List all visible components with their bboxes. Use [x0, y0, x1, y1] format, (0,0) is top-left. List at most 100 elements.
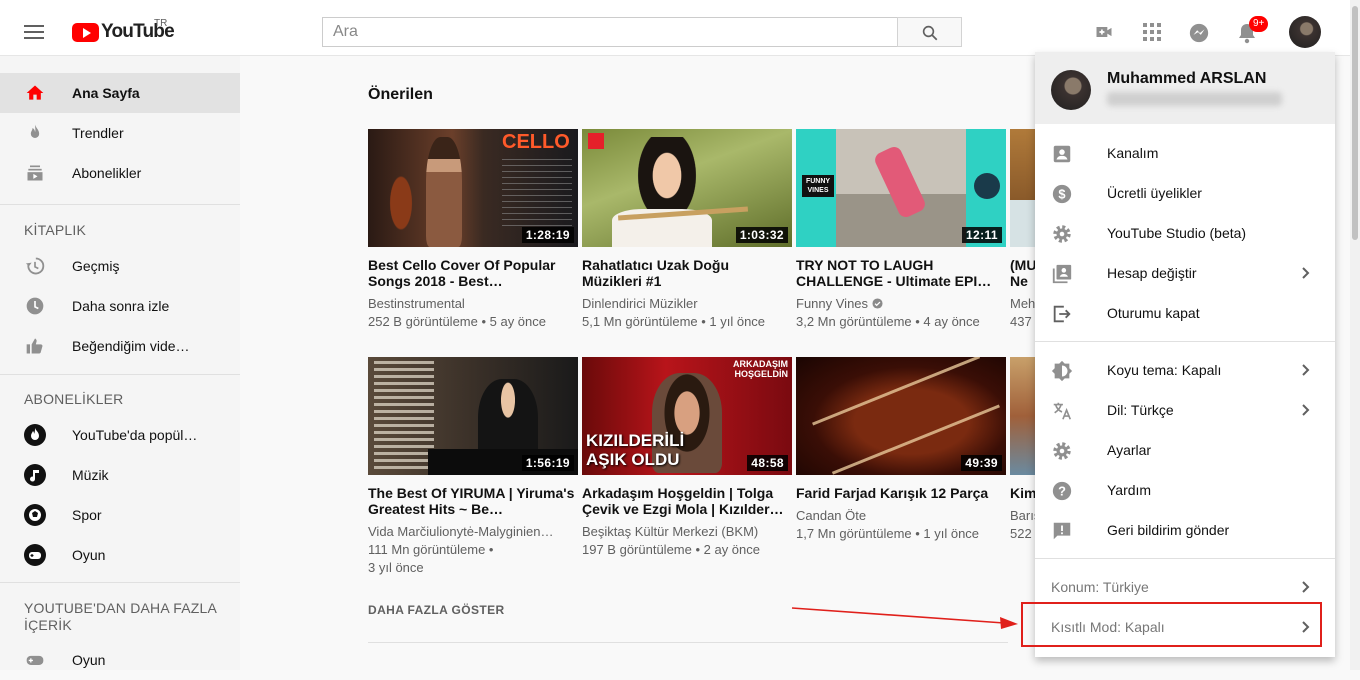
- subscriptions-heading: ABONELİKLER: [24, 391, 124, 407]
- video-thumbnail[interactable]: ARKADAŞIM HOŞGELDİN KIZILDERİLİ AŞIK OLD…: [582, 357, 792, 475]
- trending-icon: [30, 124, 40, 138]
- channel-name[interactable]: Funny Vines: [796, 295, 1006, 313]
- video-thumbnail[interactable]: [1010, 357, 1036, 475]
- channel-name[interactable]: Barış: [1010, 507, 1036, 525]
- sidebar-item-sports[interactable]: Spor: [0, 495, 240, 535]
- tracklist-decoration: [374, 361, 434, 471]
- sidebar-item-music[interactable]: Müzik: [0, 455, 240, 495]
- video-title[interactable]: (MU Ne Z: [1010, 257, 1036, 289]
- sidebar-item-gaming[interactable]: Oyun: [0, 535, 240, 575]
- country-code: TR: [154, 18, 168, 29]
- video-meta: Funny Vines 3,2 Mn görüntüleme • 4 ay ön…: [796, 295, 1006, 331]
- menu-item-paid-memberships[interactable]: $ Ücretli üyelikler: [1035, 173, 1335, 213]
- youtube-logo[interactable]: YouTube TR: [72, 18, 175, 42]
- video-card[interactable]: 49:39 Farid Farjad Karışık 12 Parça Cand…: [796, 357, 1006, 543]
- video-title[interactable]: The Best Of YIRUMA | Yiruma's Greatest H…: [368, 485, 578, 517]
- sidebar-item-liked-videos[interactable]: Beğendiğim vide…: [0, 326, 240, 366]
- channel-name[interactable]: Bestinstrumental: [368, 295, 578, 313]
- video-meta: Candan Öte 1,7 Mn görüntüleme • 1 yıl ön…: [796, 507, 1006, 543]
- avatar: [1051, 70, 1091, 110]
- sidebar-item-history[interactable]: Geçmiş: [0, 246, 240, 286]
- studio-gear-icon: [1053, 225, 1071, 243]
- sidebar-item-home[interactable]: Ana Sayfa: [0, 73, 240, 113]
- messages-icon[interactable]: [1188, 22, 1210, 44]
- video-title[interactable]: Arkadaşım Hoşgeldin | Tolga Çevik ve Ezg…: [582, 485, 792, 517]
- sidebar-item-subscriptions[interactable]: Abonelikler: [0, 153, 240, 193]
- video-card[interactable]: CELLO 1:28:19 Best Cello Cover Of Popula…: [368, 129, 578, 331]
- video-stats: 437: [1010, 314, 1032, 329]
- switch-account-icon: [1052, 264, 1072, 284]
- channel-name[interactable]: Beşiktaş Kültür Merkezi (BKM): [582, 523, 792, 541]
- video-title[interactable]: Best Cello Cover Of Popular Songs 2018 -…: [368, 257, 578, 289]
- scrollbar-thumb[interactable]: [1352, 6, 1358, 240]
- menu-item-help[interactable]: ? Yardım: [1035, 470, 1335, 510]
- search-icon: [922, 25, 938, 41]
- video-duration: 1:56:19: [521, 455, 574, 471]
- menu-item-label: YouTube Studio (beta): [1107, 225, 1247, 241]
- channel-name[interactable]: Candan Öte: [796, 507, 1006, 525]
- menu-item-sign-out[interactable]: Oturumu kapat: [1035, 293, 1335, 333]
- menu-item-settings[interactable]: Ayarlar: [1035, 430, 1335, 470]
- search-input[interactable]: [322, 17, 898, 47]
- channel-name-text: Funny Vines: [796, 296, 869, 311]
- menu-item-label: Ücretli üyelikler: [1107, 185, 1202, 201]
- paid-memberships-icon: $: [1052, 184, 1072, 204]
- language-icon: [1053, 402, 1072, 420]
- thumbnail-overlay-text: CELLO: [502, 131, 570, 153]
- sidebar-item-label: Trendler: [72, 125, 124, 141]
- video-title[interactable]: Rahatlatıcı Uzak Doğu Müzikleri #1: [582, 257, 792, 289]
- popular-channel-icon: [24, 424, 46, 446]
- video-thumbnail[interactable]: FUNNY VINES 12:11: [796, 129, 1006, 247]
- video-thumbnail[interactable]: 49:39: [796, 357, 1006, 475]
- apps-icon[interactable]: [1142, 22, 1162, 42]
- video-card[interactable]: Kim Barış 522: [1010, 357, 1036, 543]
- menu-item-label: Konum: Türkiye: [1051, 579, 1149, 595]
- menu-item-switch-account[interactable]: Hesap değiştir: [1035, 253, 1335, 293]
- sidebar-item-trending[interactable]: Trendler: [0, 113, 240, 153]
- sidebar-item-popular[interactable]: YouTube'da popül…: [0, 415, 240, 455]
- menu-item-send-feedback[interactable]: Geri bildirim gönder: [1035, 510, 1335, 550]
- menu-item-my-channel[interactable]: Kanalım: [1035, 133, 1335, 173]
- channel-name[interactable]: Dinlendirici Müzikler: [582, 295, 792, 313]
- video-title[interactable]: Farid Farjad Karışık 12 Parça: [796, 485, 1006, 501]
- menu-icon[interactable]: [24, 25, 44, 43]
- video-thumbnail[interactable]: 1:03:32: [582, 129, 792, 247]
- sidebar-divider: [0, 374, 240, 375]
- menu-item-dark-theme[interactable]: Koyu tema: Kapalı: [1035, 350, 1335, 390]
- sidebar-item-watch-later[interactable]: Daha sonra izle: [0, 286, 240, 326]
- video-title[interactable]: TRY NOT TO LAUGH CHALLENGE - Ultimate EP…: [796, 257, 1006, 289]
- search-button[interactable]: [897, 17, 962, 47]
- menu-item-studio[interactable]: YouTube Studio (beta): [1035, 213, 1335, 253]
- menu-item-language[interactable]: Dil: Türkçe: [1035, 390, 1335, 430]
- video-card[interactable]: 1:03:32 Rahatlatıcı Uzak Doğu Müzikleri …: [582, 129, 792, 331]
- video-stats-age: 3 yıl önce: [368, 560, 424, 575]
- youtube-play-icon: [72, 22, 99, 42]
- video-meta: Beşiktaş Kültür Merkezi (BKM) 197 B görü…: [582, 523, 792, 559]
- video-title[interactable]: Kim: [1010, 485, 1036, 501]
- video-thumbnail[interactable]: 1:56:19: [368, 357, 578, 475]
- chevron-right-icon: [1302, 267, 1310, 279]
- like-icon: [26, 338, 43, 354]
- video-card[interactable]: ARKADAŞIM HOŞGELDİN KIZILDERİLİ AŞIK OLD…: [582, 357, 792, 559]
- gaming-icon: [26, 655, 44, 665]
- sidebar-item-label: YouTube'da popül…: [72, 427, 198, 443]
- video-card[interactable]: 1:56:19 The Best Of YIRUMA | Yiruma's Gr…: [368, 357, 578, 577]
- video-thumbnail[interactable]: CELLO 1:28:19: [368, 129, 578, 247]
- menu-item-location[interactable]: Konum: Türkiye: [1035, 567, 1335, 607]
- subscriptions-icon: [27, 165, 43, 181]
- video-stats: 3,2 Mn görüntüleme • 4 ay önce: [796, 314, 980, 329]
- sidebar-item-gaming-more[interactable]: Oyun: [0, 640, 240, 680]
- video-meta: Meh 437: [1010, 295, 1036, 331]
- video-thumbnail[interactable]: [1010, 129, 1036, 247]
- video-duration: 49:39: [961, 455, 1002, 471]
- show-more-button[interactable]: DAHA FAZLA GÖSTER: [368, 603, 505, 617]
- home-icon: [26, 85, 44, 100]
- video-card[interactable]: FUNNY VINES 12:11 TRY NOT TO LAUGH CHALL…: [796, 129, 1006, 331]
- video-card[interactable]: (MU Ne Z Meh 437: [1010, 129, 1036, 331]
- menu-item-label: Ayarlar: [1107, 442, 1152, 458]
- create-video-icon[interactable]: [1094, 22, 1114, 42]
- video-meta: Bestinstrumental 252 B görüntüleme • 5 a…: [368, 295, 578, 331]
- channel-name[interactable]: Vida Marčiulionytė-Malyginien…: [368, 523, 578, 541]
- avatar[interactable]: [1289, 16, 1321, 48]
- channel-name[interactable]: Meh: [1010, 295, 1036, 313]
